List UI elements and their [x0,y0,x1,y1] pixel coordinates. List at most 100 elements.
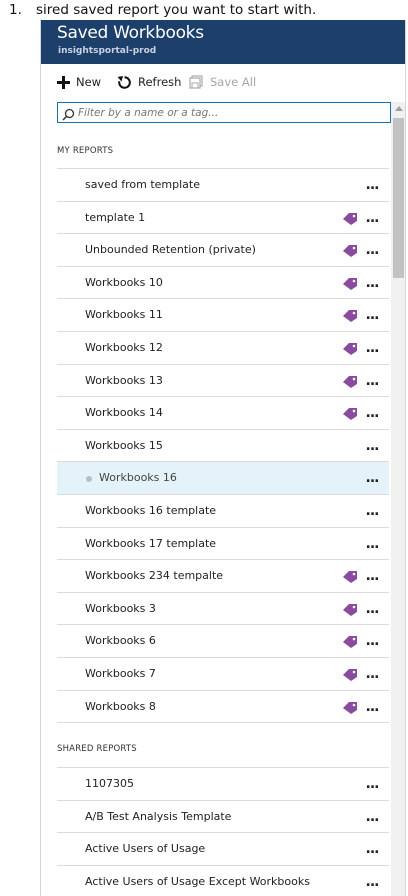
more-options-icon[interactable]: ... [363,272,381,294]
more-options-icon[interactable]: ... [363,696,381,718]
more-options-icon[interactable]: ... [363,207,381,229]
more-options-icon[interactable]: ... [363,239,381,261]
tag-icon[interactable] [342,634,358,653]
tag-icon[interactable] [342,276,358,295]
new-button[interactable]: New [57,72,101,92]
report-name: Active Users of Usage [85,842,206,856]
report-name: Workbooks 3 [85,601,156,615]
more-options-icon[interactable]: ... [363,370,381,392]
more-options-icon[interactable]: ... [363,435,381,457]
more-options-icon[interactable]: ... [363,402,381,424]
report-name: Workbooks 13 [85,373,163,387]
report-row[interactable]: Workbooks 6... [57,624,389,657]
report-name: Workbooks 234 tempalte [85,569,224,583]
refresh-button-label: Refresh [138,75,182,89]
tag-icon[interactable] [342,243,358,262]
shared-report-row[interactable]: A/B Test Analysis Template... [57,799,389,833]
report-name: A/B Test Analysis Template [85,809,232,823]
report-name: Workbooks 17 template [85,536,217,550]
more-options-icon[interactable]: ... [363,663,381,685]
list-scrollbar[interactable] [391,102,405,896]
more-options-icon[interactable]: ... [363,773,381,795]
more-options-icon[interactable]: ... [363,598,381,620]
more-options-icon[interactable]: ... [363,533,381,555]
report-name: Workbooks 6 [85,634,156,648]
blade-title: Saved Workbooks [57,23,204,43]
my-reports-heading: MY REPORTS [57,146,114,156]
report-row[interactable]: Workbooks 17 template... [57,526,389,560]
report-name: Workbooks 8 [85,699,156,713]
plus-icon [57,75,70,89]
document-instruction-line: 1. sired saved report you want to start … [0,0,408,22]
more-options-icon[interactable]: ... [363,337,381,359]
report-row[interactable]: Workbooks 13... [57,363,389,397]
save-all-button-label: Save All [210,75,257,89]
shared-report-row[interactable]: 1107305... [57,767,389,800]
selected-indicator-icon [86,476,92,483]
report-name: Unbounded Retention (private) [85,243,256,257]
search-icon [62,106,75,125]
report-name: Workbooks 11 [85,308,163,322]
report-row[interactable]: template 1... [57,200,389,234]
filter-search-box [57,102,391,123]
more-options-icon[interactable]: ... [363,806,381,828]
shared-report-row[interactable]: Active Users of Usage... [57,832,389,865]
tag-icon[interactable] [342,308,358,327]
new-button-label: New [76,75,102,89]
report-name: template 1 [85,210,146,224]
more-options-icon[interactable]: ... [363,630,381,652]
instruction-text: sired saved report you want to start wit… [36,2,317,18]
report-name: 1107305 [85,777,134,790]
report-row[interactable]: Unbounded Retention (private)... [57,233,389,266]
report-row[interactable]: Workbooks 11... [57,298,389,331]
more-options-icon[interactable]: ... [363,467,381,489]
save-all-icon [189,74,204,90]
more-options-icon[interactable]: ... [363,565,381,587]
report-name: Workbooks 16 template [85,504,217,517]
scroll-up-arrow-icon[interactable] [395,106,403,111]
report-name: Workbooks 16 [99,471,177,485]
report-row[interactable]: Workbooks 10... [57,265,389,299]
tag-icon[interactable] [342,341,358,360]
report-name: Workbooks 15 [85,438,163,452]
more-options-icon[interactable]: ... [363,500,381,522]
report-row[interactable]: Workbooks 16 template... [57,494,389,527]
tag-icon[interactable] [342,406,358,425]
report-name: saved from template [85,178,200,191]
tag-icon[interactable] [342,602,358,621]
tag-icon[interactable] [342,667,358,686]
saved-workbooks-blade: Saved Workbooks insightsportal-prod New … [40,20,406,896]
report-name: Workbooks 12 [85,341,163,354]
tag-icon[interactable] [342,700,358,719]
report-name: Workbooks 14 [85,406,163,420]
command-bar: New Refresh Save All [41,64,405,98]
tag-icon[interactable] [342,569,358,588]
report-name: Workbooks 7 [85,667,156,680]
filter-input[interactable] [78,104,384,121]
more-options-icon[interactable]: ... [363,838,381,860]
report-row[interactable]: Workbooks 12... [57,331,389,364]
report-row[interactable]: Workbooks 3... [57,591,389,625]
report-row[interactable]: Workbooks 8... [57,689,389,723]
tag-icon[interactable] [342,211,358,230]
refresh-icon [117,75,132,90]
report-row[interactable]: saved from template... [57,168,389,201]
report-name: Workbooks 10 [85,275,163,289]
report-row[interactable]: Workbooks 234 tempalte... [57,559,389,592]
tag-icon[interactable] [342,374,358,393]
blade-header: Saved Workbooks insightsportal-prod [41,20,405,64]
scroll-thumb[interactable] [393,118,404,278]
list-number: 1. [9,2,22,18]
report-row[interactable]: Workbooks 14... [57,396,389,429]
report-row[interactable]: Workbooks 7... [57,657,389,690]
refresh-button[interactable]: Refresh [117,72,181,92]
shared-report-row[interactable]: Active Users of Usage Except Workbooks..… [57,864,389,896]
report-row[interactable]: Workbooks 15... [57,428,389,462]
blade-subtitle: insightsportal-prod [58,46,157,56]
report-row[interactable]: Workbooks 16... [57,461,389,495]
more-options-icon[interactable]: ... [363,174,381,196]
save-all-button[interactable]: Save All [189,72,256,92]
report-name: Active Users of Usage Except Workbooks [85,874,310,888]
more-options-icon[interactable]: ... [363,871,381,893]
more-options-icon[interactable]: ... [363,304,381,326]
